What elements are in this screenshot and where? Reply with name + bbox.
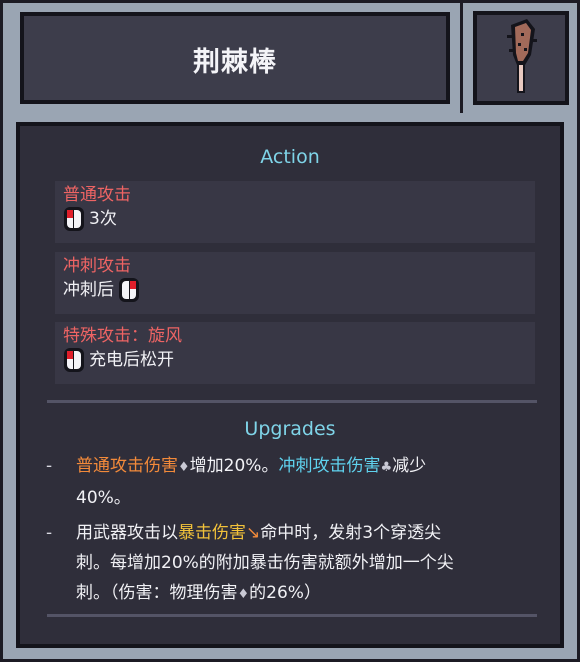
dash-attack-damage-term: 冲刺攻击伤害 bbox=[278, 456, 381, 476]
upgrade-text-part: 40%。 bbox=[76, 488, 131, 508]
section-divider bbox=[47, 400, 537, 403]
upgrade-text-part: 的26%） bbox=[249, 583, 321, 603]
upgrade-text: 普通攻击伤害♦增加20%。冲刺攻击伤害♣减少 40%。 bbox=[76, 451, 526, 513]
damage-type-icon: ♣ bbox=[380, 460, 393, 475]
right-mouse-button-icon bbox=[119, 278, 139, 302]
action-entry-dash-attack: 冲刺攻击 冲刺后 bbox=[55, 252, 535, 314]
action-entry-title: 普通攻击 bbox=[63, 185, 131, 205]
upgrade-text-part: 用武器攻击以 bbox=[76, 523, 178, 543]
upgrades-heading: Upgrades bbox=[244, 418, 336, 440]
crit-damage-term: 暴击伤害 bbox=[178, 523, 246, 543]
action-entry-title: 冲刺攻击 bbox=[63, 256, 131, 276]
upgrade-text-part: 刺。（伤害：物理伤害 bbox=[76, 583, 238, 603]
upgrade-text-part: 命中时，发射3个穿透尖 bbox=[260, 523, 442, 543]
crit-damage-icon: ↘ bbox=[246, 523, 261, 543]
damage-type-icon: ♦ bbox=[178, 460, 190, 475]
section-divider bbox=[47, 614, 537, 617]
title-plate: 荆棘棒 bbox=[20, 12, 450, 104]
upgrade-item-2: - 用武器攻击以暴击伤害↘命中时，发射3个穿透尖 刺。每增加20%的附加暴击伤害… bbox=[46, 518, 526, 610]
normal-attack-damage-term: 普通攻击伤害 bbox=[76, 456, 178, 476]
action-entry-row: 3次 bbox=[63, 206, 527, 232]
bullet-dash: - bbox=[46, 523, 53, 543]
item-icon-box bbox=[473, 11, 569, 105]
action-entry-title: 特殊攻击：旋风 bbox=[63, 326, 182, 346]
item-name: 荆棘棒 bbox=[193, 47, 277, 78]
action-entry-normal-attack: 普通攻击 3次 bbox=[55, 181, 535, 243]
action-entry-detail: 充电后松开 bbox=[89, 350, 174, 370]
action-entry-row: 冲刺后 bbox=[63, 277, 527, 303]
left-mouse-button-icon bbox=[64, 207, 84, 231]
action-entry-detail: 3次 bbox=[89, 209, 117, 229]
upgrade-text: 用武器攻击以暴击伤害↘命中时，发射3个穿透尖 刺。每增加20%的附加暴击伤害就额… bbox=[76, 518, 526, 610]
club-icon bbox=[507, 19, 537, 93]
action-heading: Action bbox=[260, 146, 320, 168]
left-mouse-button-icon bbox=[64, 348, 84, 372]
upgrade-text-part: 增加20%。 bbox=[189, 456, 279, 476]
upgrade-text-part: 刺。每增加20%的附加暴击伤害就额外增加一个尖 bbox=[76, 553, 454, 573]
upgrade-text-part: 减少 bbox=[392, 456, 427, 476]
action-entry-special-attack: 特殊攻击：旋风 充电后松开 bbox=[55, 322, 535, 384]
action-entry-row: 充电后松开 bbox=[63, 347, 527, 373]
action-entry-detail: 冲刺后 bbox=[63, 280, 114, 300]
damage-type-icon: ♦ bbox=[237, 587, 250, 602]
bullet-dash: - bbox=[46, 456, 53, 476]
upgrade-item-1: - 普通攻击伤害♦增加20%。冲刺攻击伤害♣减少 40%。 bbox=[46, 451, 526, 513]
